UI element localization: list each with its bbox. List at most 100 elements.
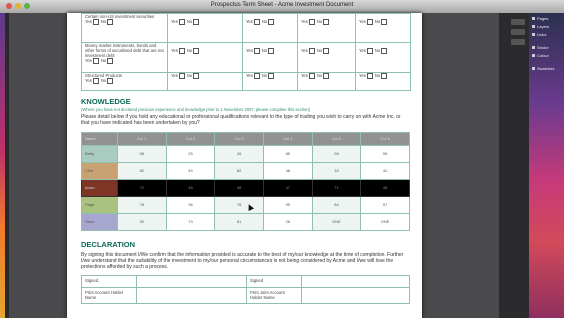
panel-item-links[interactable]: Links <box>532 32 564 37</box>
yes-checkbox[interactable] <box>92 58 99 64</box>
table-cell[interactable]: 92 <box>117 212 167 231</box>
panel-item-colour[interactable]: Colour <box>532 53 564 58</box>
declaration-heading: DECLARATION <box>81 239 136 249</box>
no-checkbox[interactable] <box>268 73 275 79</box>
yes-checkbox[interactable] <box>366 48 373 54</box>
no-checkbox[interactable] <box>193 19 200 25</box>
column-header: Col 1 <box>117 131 167 146</box>
table-cell[interactable]: 26 <box>311 144 362 163</box>
no-checkbox[interactable] <box>323 19 330 25</box>
column-header: Col 5 <box>311 131 362 146</box>
left-toolbar[interactable] <box>0 13 9 318</box>
layers-icon <box>532 25 535 29</box>
table-cell[interactable]: 72 <box>117 178 167 197</box>
table-row: Sano 92 73 81 26 ONE ONE <box>81 212 410 231</box>
yes-checkbox[interactable] <box>178 19 185 25</box>
table-cell[interactable]: 26 <box>214 144 264 163</box>
table-cell[interactable]: 26 <box>262 212 313 231</box>
no-checkbox[interactable] <box>193 73 200 79</box>
table-cell[interactable]: 49 <box>165 161 216 180</box>
yes-checkbox[interactable] <box>178 73 185 79</box>
table-row: Print Account Holder Name Print Joint Ac… <box>81 287 410 305</box>
table-cell[interactable]: 78 <box>214 195 264 214</box>
knowledge-heading: KNOWLEDGE <box>81 97 131 106</box>
table-cell[interactable]: 48 <box>360 178 410 197</box>
no-checkbox[interactable] <box>268 19 275 25</box>
print-name-field[interactable] <box>136 287 247 305</box>
yes-checkbox[interactable] <box>253 19 260 25</box>
no-checkbox[interactable] <box>107 78 114 84</box>
panel-item-swatches[interactable]: Swatches <box>532 66 564 71</box>
yes-checkbox[interactable] <box>366 19 373 25</box>
no-checkbox[interactable] <box>107 58 114 64</box>
table-row-selected: Aroto 72 48 48 47 71 48 <box>81 178 410 197</box>
table-cell[interactable]: 76 <box>117 195 167 214</box>
yes-checkbox[interactable] <box>308 73 315 79</box>
no-checkbox[interactable] <box>381 73 388 79</box>
no-checkbox[interactable] <box>323 73 330 79</box>
table-cell[interactable]: 81 <box>214 212 264 231</box>
table-cell[interactable]: 36 <box>165 195 216 214</box>
signature-table: Signed Signed Print Account Holder Name … <box>81 275 410 305</box>
table-cell[interactable]: 15 <box>311 161 362 180</box>
yes-checkbox[interactable] <box>178 48 185 54</box>
yes-checkbox[interactable] <box>308 19 315 25</box>
signature-field[interactable] <box>136 275 247 289</box>
yes-checkbox[interactable] <box>366 73 373 79</box>
choice-cell: Yes No <box>297 13 356 43</box>
table-cell[interactable]: 48 <box>214 178 264 197</box>
print-name-label: Print Account Holder Name <box>81 287 137 305</box>
table-cell[interactable]: 73 <box>165 212 216 231</box>
table-cell[interactable]: 82 <box>117 161 167 180</box>
table-row: Betty 56 25 26 85 26 55 <box>81 144 410 163</box>
table-cell[interactable]: 55 <box>360 144 410 163</box>
table-cell[interactable]: 25 <box>165 144 216 163</box>
declaration-paragraph: By signing this document I/We confirm th… <box>81 251 404 271</box>
table-cell[interactable]: 48 <box>262 161 313 180</box>
no-checkbox[interactable] <box>107 19 114 25</box>
yes-checkbox[interactable] <box>92 78 99 84</box>
signature-field[interactable] <box>301 275 410 289</box>
table-row: Clint 82 49 82 48 15 42 <box>81 161 410 180</box>
choice-cell: Yes No <box>355 13 411 43</box>
table-cell[interactable]: 71 <box>311 178 362 197</box>
table-cell[interactable]: ONE <box>360 212 410 231</box>
table-cell[interactable]: 97 <box>360 195 410 214</box>
table-cell[interactable]: 84 <box>311 195 362 214</box>
row-label: Certain non-US investment securities Yes N… <box>81 13 168 43</box>
no-checkbox[interactable] <box>268 48 275 54</box>
panel-item-stroke[interactable]: Stroke <box>532 45 564 50</box>
table-cell[interactable]: 85 <box>262 144 313 163</box>
table-cell[interactable]: 42 <box>360 161 410 180</box>
choice-cell: Yes No <box>242 72 298 91</box>
table-row: Certain non-US investment securities Yes N… <box>81 13 411 43</box>
no-checkbox[interactable] <box>381 19 388 25</box>
no-checkbox[interactable] <box>323 48 330 54</box>
panel-chip[interactable] <box>511 19 525 25</box>
table-cell[interactable]: 48 <box>165 178 216 197</box>
right-panel[interactable]: Pages Layers Links Stroke Colour Swatche… <box>529 13 564 318</box>
print-name-field[interactable] <box>301 287 410 305</box>
table-cell[interactable]: 56 <box>117 144 167 163</box>
yes-checkbox[interactable] <box>253 73 260 79</box>
table-cell[interactable]: 82 <box>214 161 264 180</box>
table-cell[interactable]: ONE <box>311 212 362 231</box>
table-header-row: Name Col 1 Col 2 Col 3 Col 4 Col 5 Col 6 <box>81 131 410 146</box>
row-label: Clint <box>81 161 118 180</box>
panel-chip[interactable] <box>511 39 525 45</box>
row-label: Sano <box>81 212 118 231</box>
panel-chip[interactable] <box>511 29 525 35</box>
no-checkbox[interactable] <box>381 48 388 54</box>
panel-item-pages[interactable]: Pages <box>532 16 564 21</box>
table-cell[interactable]: 95 <box>262 195 313 214</box>
no-checkbox[interactable] <box>193 48 200 54</box>
yes-checkbox[interactable] <box>308 48 315 54</box>
yes-checkbox[interactable] <box>92 19 99 25</box>
panel-dock[interactable] <box>499 13 529 318</box>
document-page: Certain non-US investment securities Yes N… <box>67 13 422 318</box>
print-name-label: Print Joint Account Holder Name <box>246 287 302 305</box>
yes-checkbox[interactable] <box>253 48 260 54</box>
panel-item-layers[interactable]: Layers <box>532 24 564 29</box>
table-cell[interactable]: 47 <box>262 178 313 197</box>
window-title: Prospectus Term Sheet - Acme Investment … <box>210 2 354 8</box>
